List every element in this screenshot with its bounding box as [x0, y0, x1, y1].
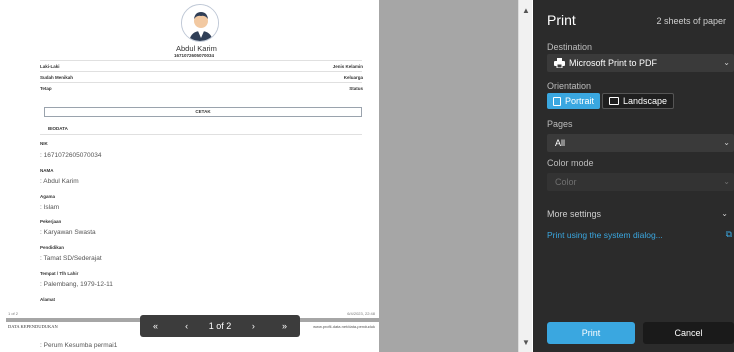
- color-mode-select[interactable]: Color ⌄: [547, 173, 734, 191]
- cetak-button[interactable]: CETAK: [44, 107, 362, 117]
- print-button[interactable]: Print: [547, 322, 635, 344]
- field-value-nama: : Abdul Karim: [40, 178, 79, 185]
- field-value-pendidikan: : Tamat SD/Sederajat: [40, 255, 102, 262]
- field-label-alamat: Alamat: [40, 297, 56, 302]
- chevron-down-icon: ⌄: [723, 58, 730, 67]
- printer-icon: [554, 58, 565, 68]
- page-navigation-bar: « ‹ 1 of 2 › »: [140, 315, 300, 337]
- landscape-label: Landscape: [623, 96, 668, 106]
- profile-name: Abdul Karim: [176, 44, 217, 53]
- field-label-pekerjaan: Pekerjaan: [40, 219, 62, 224]
- field-value-pekerjaan: : Karyawan Swasta: [40, 229, 96, 236]
- field-label-nik: NIK: [40, 141, 48, 146]
- divider: [40, 134, 362, 135]
- chevron-down-icon[interactable]: ⌄: [721, 209, 728, 218]
- preview-scrollbar[interactable]: ▲ ▼: [518, 0, 532, 352]
- destination-label: Destination: [547, 42, 593, 52]
- page-indicator: 1 of 2: [208, 321, 232, 331]
- pages-select[interactable]: All ⌄: [547, 134, 734, 152]
- meta-right-2: Status: [349, 86, 363, 91]
- page-footer-right: 6/4/2023, 22:48: [347, 311, 375, 316]
- field-label-agama: Agama: [40, 194, 56, 199]
- sheet-count: 2 sheets of paper: [656, 16, 726, 26]
- landscape-icon: [609, 97, 620, 105]
- color-mode-label: Color mode: [547, 158, 594, 168]
- preview-page-1: Abdul Karim 1671072605070034 Laki-Laki J…: [6, 0, 379, 318]
- print-settings-panel: Print 2 sheets of paper Destination Micr…: [533, 0, 734, 352]
- external-link-icon: ⧉: [725, 229, 732, 239]
- system-dialog-link[interactable]: Print using the system dialog...: [547, 230, 663, 240]
- destination-select[interactable]: Microsoft Print to PDF ⌄: [547, 54, 734, 72]
- scroll-up-arrow-icon[interactable]: ▲: [519, 4, 533, 18]
- meta-left-0: Laki-Laki: [40, 64, 60, 69]
- user-avatar-icon: [182, 5, 218, 41]
- previous-page-button[interactable]: ‹: [178, 321, 196, 331]
- page2-header-left: DATA KEPENDUDUKAN: [8, 324, 58, 329]
- orientation-label: Orientation: [547, 81, 592, 91]
- meta-right-0: Jenis Kelamin: [332, 64, 363, 69]
- field-label-pendidikan: Pendidikan: [40, 245, 65, 250]
- field-value-ttl: : Palembang, 1979-12-11: [40, 281, 113, 288]
- cancel-button[interactable]: Cancel: [643, 322, 734, 344]
- meta-right-1: Keluarga: [343, 75, 363, 80]
- color-mode-value: Color: [555, 177, 577, 187]
- avatar: [181, 4, 219, 42]
- page-footer-left: 1 of 2: [8, 311, 19, 316]
- field-label-nama: NAMA: [40, 168, 54, 173]
- field-label-ttl: Tempat / Tlh Lahir: [40, 271, 79, 276]
- print-preview-area: Abdul Karim 1671072605070034 Laki-Laki J…: [0, 0, 518, 352]
- destination-value: Microsoft Print to PDF: [569, 58, 658, 68]
- next-page-button[interactable]: ›: [244, 321, 262, 331]
- scroll-down-arrow-icon[interactable]: ▼: [519, 336, 533, 350]
- first-page-button[interactable]: «: [147, 321, 165, 331]
- divider: [40, 60, 362, 61]
- landscape-option[interactable]: Landscape: [602, 93, 675, 109]
- last-page-button[interactable]: »: [275, 321, 293, 331]
- print-title: Print: [547, 12, 576, 28]
- section-title: BIODATA: [48, 126, 68, 131]
- chevron-down-icon: ⌄: [723, 138, 730, 147]
- meta-left-1: Sudah Menikah: [40, 75, 74, 80]
- portrait-icon: [553, 96, 561, 106]
- portrait-option[interactable]: Portrait: [547, 93, 601, 109]
- chevron-down-icon: ⌄: [723, 177, 730, 186]
- field-value-nik: : 1671072605070034: [40, 152, 102, 159]
- field-value-agama: : Islam: [40, 204, 60, 211]
- more-settings-toggle[interactable]: More settings: [547, 209, 601, 219]
- profile-nik: 1671072605070034: [174, 53, 215, 58]
- page2-header-right: www.profil-data.net/data-penduduk: [313, 324, 375, 329]
- meta-left-2: Tetap: [40, 86, 52, 91]
- pages-value: All: [555, 138, 566, 148]
- portrait-label: Portrait: [565, 96, 595, 106]
- pages-label: Pages: [547, 119, 573, 129]
- orientation-toggle: Portrait Landscape: [547, 93, 675, 109]
- divider: [40, 82, 362, 83]
- divider: [40, 71, 362, 72]
- page2-address-line: : Perum Kesumba permai1: [40, 342, 118, 349]
